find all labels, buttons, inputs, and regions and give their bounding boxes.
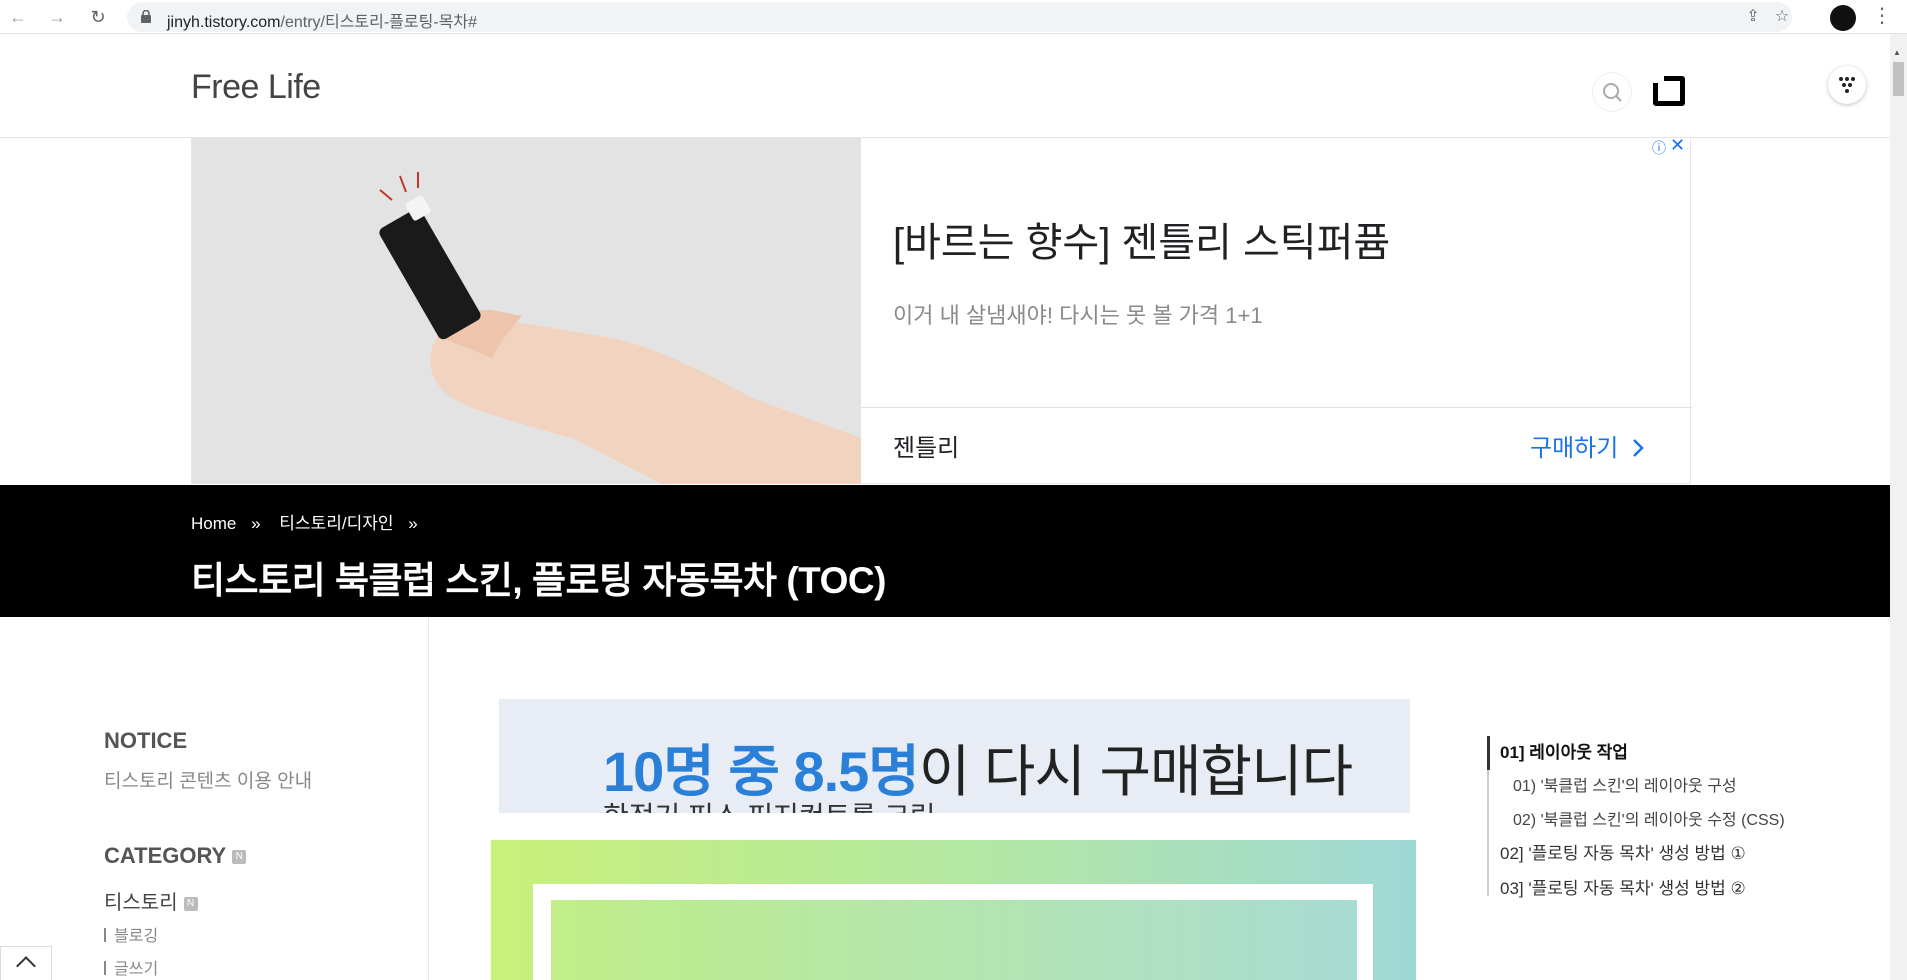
image-inner <box>551 900 1357 980</box>
menu-button[interactable] <box>1828 66 1866 104</box>
post-feature-image <box>491 840 1416 980</box>
toc-item[interactable]: 01] 레이아웃 작업 <box>1500 738 1628 763</box>
breadcrumb: Home » 티스토리/디자인 » <box>191 509 432 534</box>
dot-icon <box>1851 77 1855 81</box>
notice-heading: NOTICE <box>104 728 188 753</box>
blog-title[interactable]: Free Life <box>191 68 321 107</box>
content-ad-subtext: 한정기 피스 피지컨트롤 크림 <box>603 795 935 813</box>
sidebar-divider <box>428 617 429 980</box>
ad-product-image[interactable] <box>192 138 861 484</box>
post-title-band: Home » 티스토리/디자인 » 티스토리 북클럽 스킨, 플로팅 자동목차 … <box>0 485 1890 617</box>
ad-divider <box>861 407 1692 408</box>
breadcrumb-category[interactable]: 티스토리/디자인 <box>279 514 393 533</box>
forward-icon[interactable]: → <box>45 5 69 29</box>
notice-link[interactable]: 티스토리 콘텐츠 이용 안내 <box>104 766 312 793</box>
post-title: 티스토리 북클럽 스킨, 플로팅 자동목차 (TOC) <box>191 560 886 601</box>
back-icon[interactable]: ← <box>6 5 30 29</box>
url-host: jinyh.tistory.com <box>167 14 281 31</box>
chevron-up-icon <box>16 956 36 976</box>
browser-menu-icon[interactable]: ⋮ <box>1872 5 1892 29</box>
content-ad-text: 이 다시 구매합니다 <box>918 740 1353 803</box>
dot-icon <box>1848 83 1852 87</box>
category-heading: CATEGORY N <box>104 843 247 869</box>
content-ad-banner[interactable]: 10명 중 8.5명이 다시 구매합니다 한정기 피스 피지컨트롤 크림 <box>499 699 1410 813</box>
lock-icon <box>141 10 151 23</box>
ad-description: 이거 내 살냄새야! 다시는 못 볼 가격 1+1 <box>893 303 1263 328</box>
scroll-up-arrow[interactable]: ▲ <box>1893 48 1901 57</box>
search-button[interactable] <box>1592 72 1632 112</box>
breadcrumb-separator: » <box>408 514 418 533</box>
new-badge: N <box>183 896 198 911</box>
toc-item[interactable]: 03] '플로팅 자동 목차' 생성 방법 ② <box>1500 874 1746 899</box>
hand-holding-stick-illustration <box>192 138 861 484</box>
chevron-right-icon <box>1633 439 1644 457</box>
new-badge: N <box>232 850 247 865</box>
bookmark-star-icon[interactable]: ☆ <box>1772 7 1792 27</box>
toc-item[interactable]: 01) '북클럽 스킨'의 레이아웃 구성 <box>1513 772 1737 796</box>
dot-icon <box>1845 77 1849 81</box>
share-icon[interactable]: ⇪ <box>1743 7 1763 27</box>
url-text[interactable]: jinyh.tistory.com/entry/티스토리-플로팅-목차# <box>167 8 477 32</box>
category-item-tistory[interactable]: 티스토리 N <box>104 886 198 915</box>
toc-active-indicator <box>1487 736 1490 770</box>
category-label: 티스토리 <box>104 892 178 914</box>
category-heading-label: CATEGORY <box>104 843 227 868</box>
page-scrollbar[interactable]: ▲ <box>1890 34 1907 980</box>
breadcrumb-separator: » <box>251 514 261 533</box>
site-header: Free Life <box>0 34 1890 138</box>
expand-icon[interactable] <box>1650 73 1685 106</box>
browser-toolbar: ← → ↻ jinyh.tistory.com/entry/티스토리-플로팅-목… <box>0 0 1907 34</box>
ad-advertiser: 젠틀리 <box>893 435 960 462</box>
dot-icon <box>1839 77 1843 81</box>
ad-cta-label: 구매하기 <box>1530 435 1619 462</box>
ad-banner[interactable]: ⓘ ✕ [바르는 향수] 젠틀리 스틱퍼퓸 이거 내 살냄새야! 다시는 못 볼… <box>191 135 1692 484</box>
ad-headline[interactable]: [바르는 향수] 젠틀리 스틱퍼퓸 <box>893 210 1390 268</box>
subcategory-blogging[interactable]: 블로깅 <box>104 922 158 946</box>
ad-info-icon[interactable]: ⓘ <box>1652 138 1666 158</box>
dot-icon <box>1842 83 1846 87</box>
profile-avatar[interactable] <box>1830 5 1856 31</box>
address-bar[interactable]: jinyh.tistory.com/entry/티스토리-플로팅-목차# ⇪ ☆ <box>127 2 1792 32</box>
reload-icon[interactable]: ↻ <box>86 5 110 29</box>
toc-item[interactable]: 02] '플로팅 자동 목차' 생성 방법 ① <box>1500 839 1746 864</box>
breadcrumb-home[interactable]: Home <box>191 514 236 533</box>
ad-cta-button[interactable]: 구매하기 <box>1530 428 1645 463</box>
content-ad-highlight: 10명 중 8.5명 <box>603 740 920 803</box>
dot-icon <box>1845 89 1849 93</box>
url-path: /entry/티스토리-플로팅-목차# <box>280 14 478 31</box>
back-to-top-button[interactable] <box>0 946 52 980</box>
scroll-thumb[interactable] <box>1893 62 1904 96</box>
search-icon <box>1603 83 1622 102</box>
subcategory-writing[interactable]: 글쓰기 <box>104 955 158 979</box>
toc-item[interactable]: 02) '북클럽 스킨'의 레이아웃 수정 (CSS) <box>1513 806 1785 830</box>
ad-close-icon[interactable]: ✕ <box>1670 135 1685 156</box>
